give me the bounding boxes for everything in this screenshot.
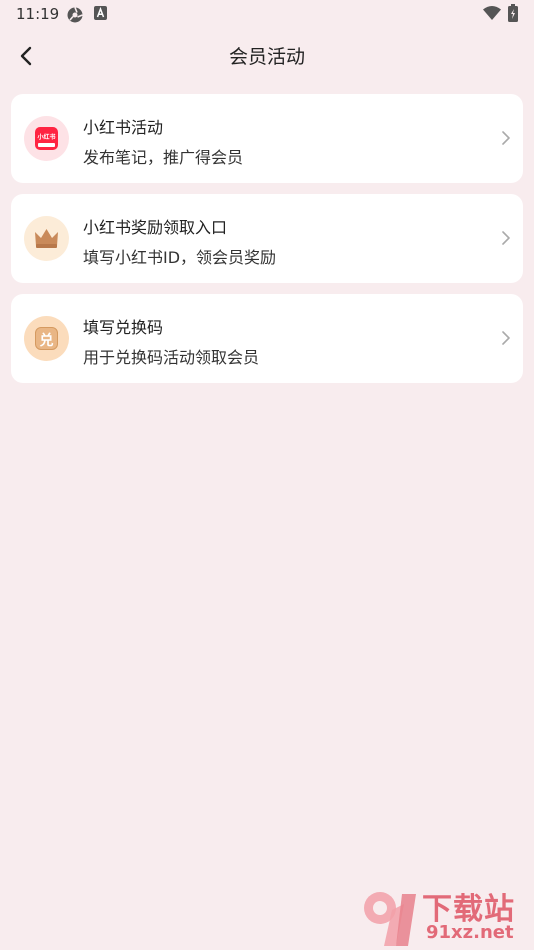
card-subtitle: 填写小红书ID，领会员奖励 <box>83 248 277 267</box>
keyboard-a-icon <box>94 6 107 20</box>
status-time: 11:19 <box>16 5 60 23</box>
xiaohongshu-logo-icon: 小红书 <box>24 116 69 161</box>
header: 会员活动 <box>0 28 534 82</box>
redeem-icon-text: 兑 <box>39 333 54 349</box>
status-bar: 11:19 <box>0 0 534 28</box>
sync-icon <box>67 7 83 23</box>
watermark-91-icon <box>364 892 416 946</box>
card-title: 填写兑换码 <box>83 318 164 337</box>
page-title: 会员活动 <box>228 46 305 68</box>
redeem-icon: 兑 <box>24 316 69 361</box>
wifi-icon <box>483 6 501 20</box>
redeem-code-card[interactable]: 兑 填写兑换码 用于兑换码活动领取会员 <box>11 294 523 383</box>
card-title: 小红书奖励领取入口 <box>83 218 228 237</box>
chevron-right-icon <box>502 131 510 145</box>
card-subtitle: 发布笔记，推广得会员 <box>83 148 244 167</box>
xiaohongshu-logo-text: 小红书 <box>37 134 56 141</box>
chevron-right-icon <box>502 231 510 245</box>
watermark-domain: 91xz.net <box>426 922 514 943</box>
crown-icon <box>35 229 58 248</box>
chevron-right-icon <box>502 331 510 345</box>
card-title: 小红书活动 <box>83 118 164 137</box>
xiaohongshu-activity-card[interactable]: 小红书 小红书活动 发布笔记，推广得会员 <box>11 94 523 183</box>
watermark-logo: 下载站 91xz.net <box>358 884 530 948</box>
card-subtitle: 用于兑换码活动领取会员 <box>83 348 260 367</box>
xiaohongshu-reward-card[interactable]: 小红书奖励领取入口 填写小红书ID，领会员奖励 <box>11 194 523 283</box>
battery-icon <box>508 4 518 22</box>
crown-icon-wrap <box>24 216 69 261</box>
